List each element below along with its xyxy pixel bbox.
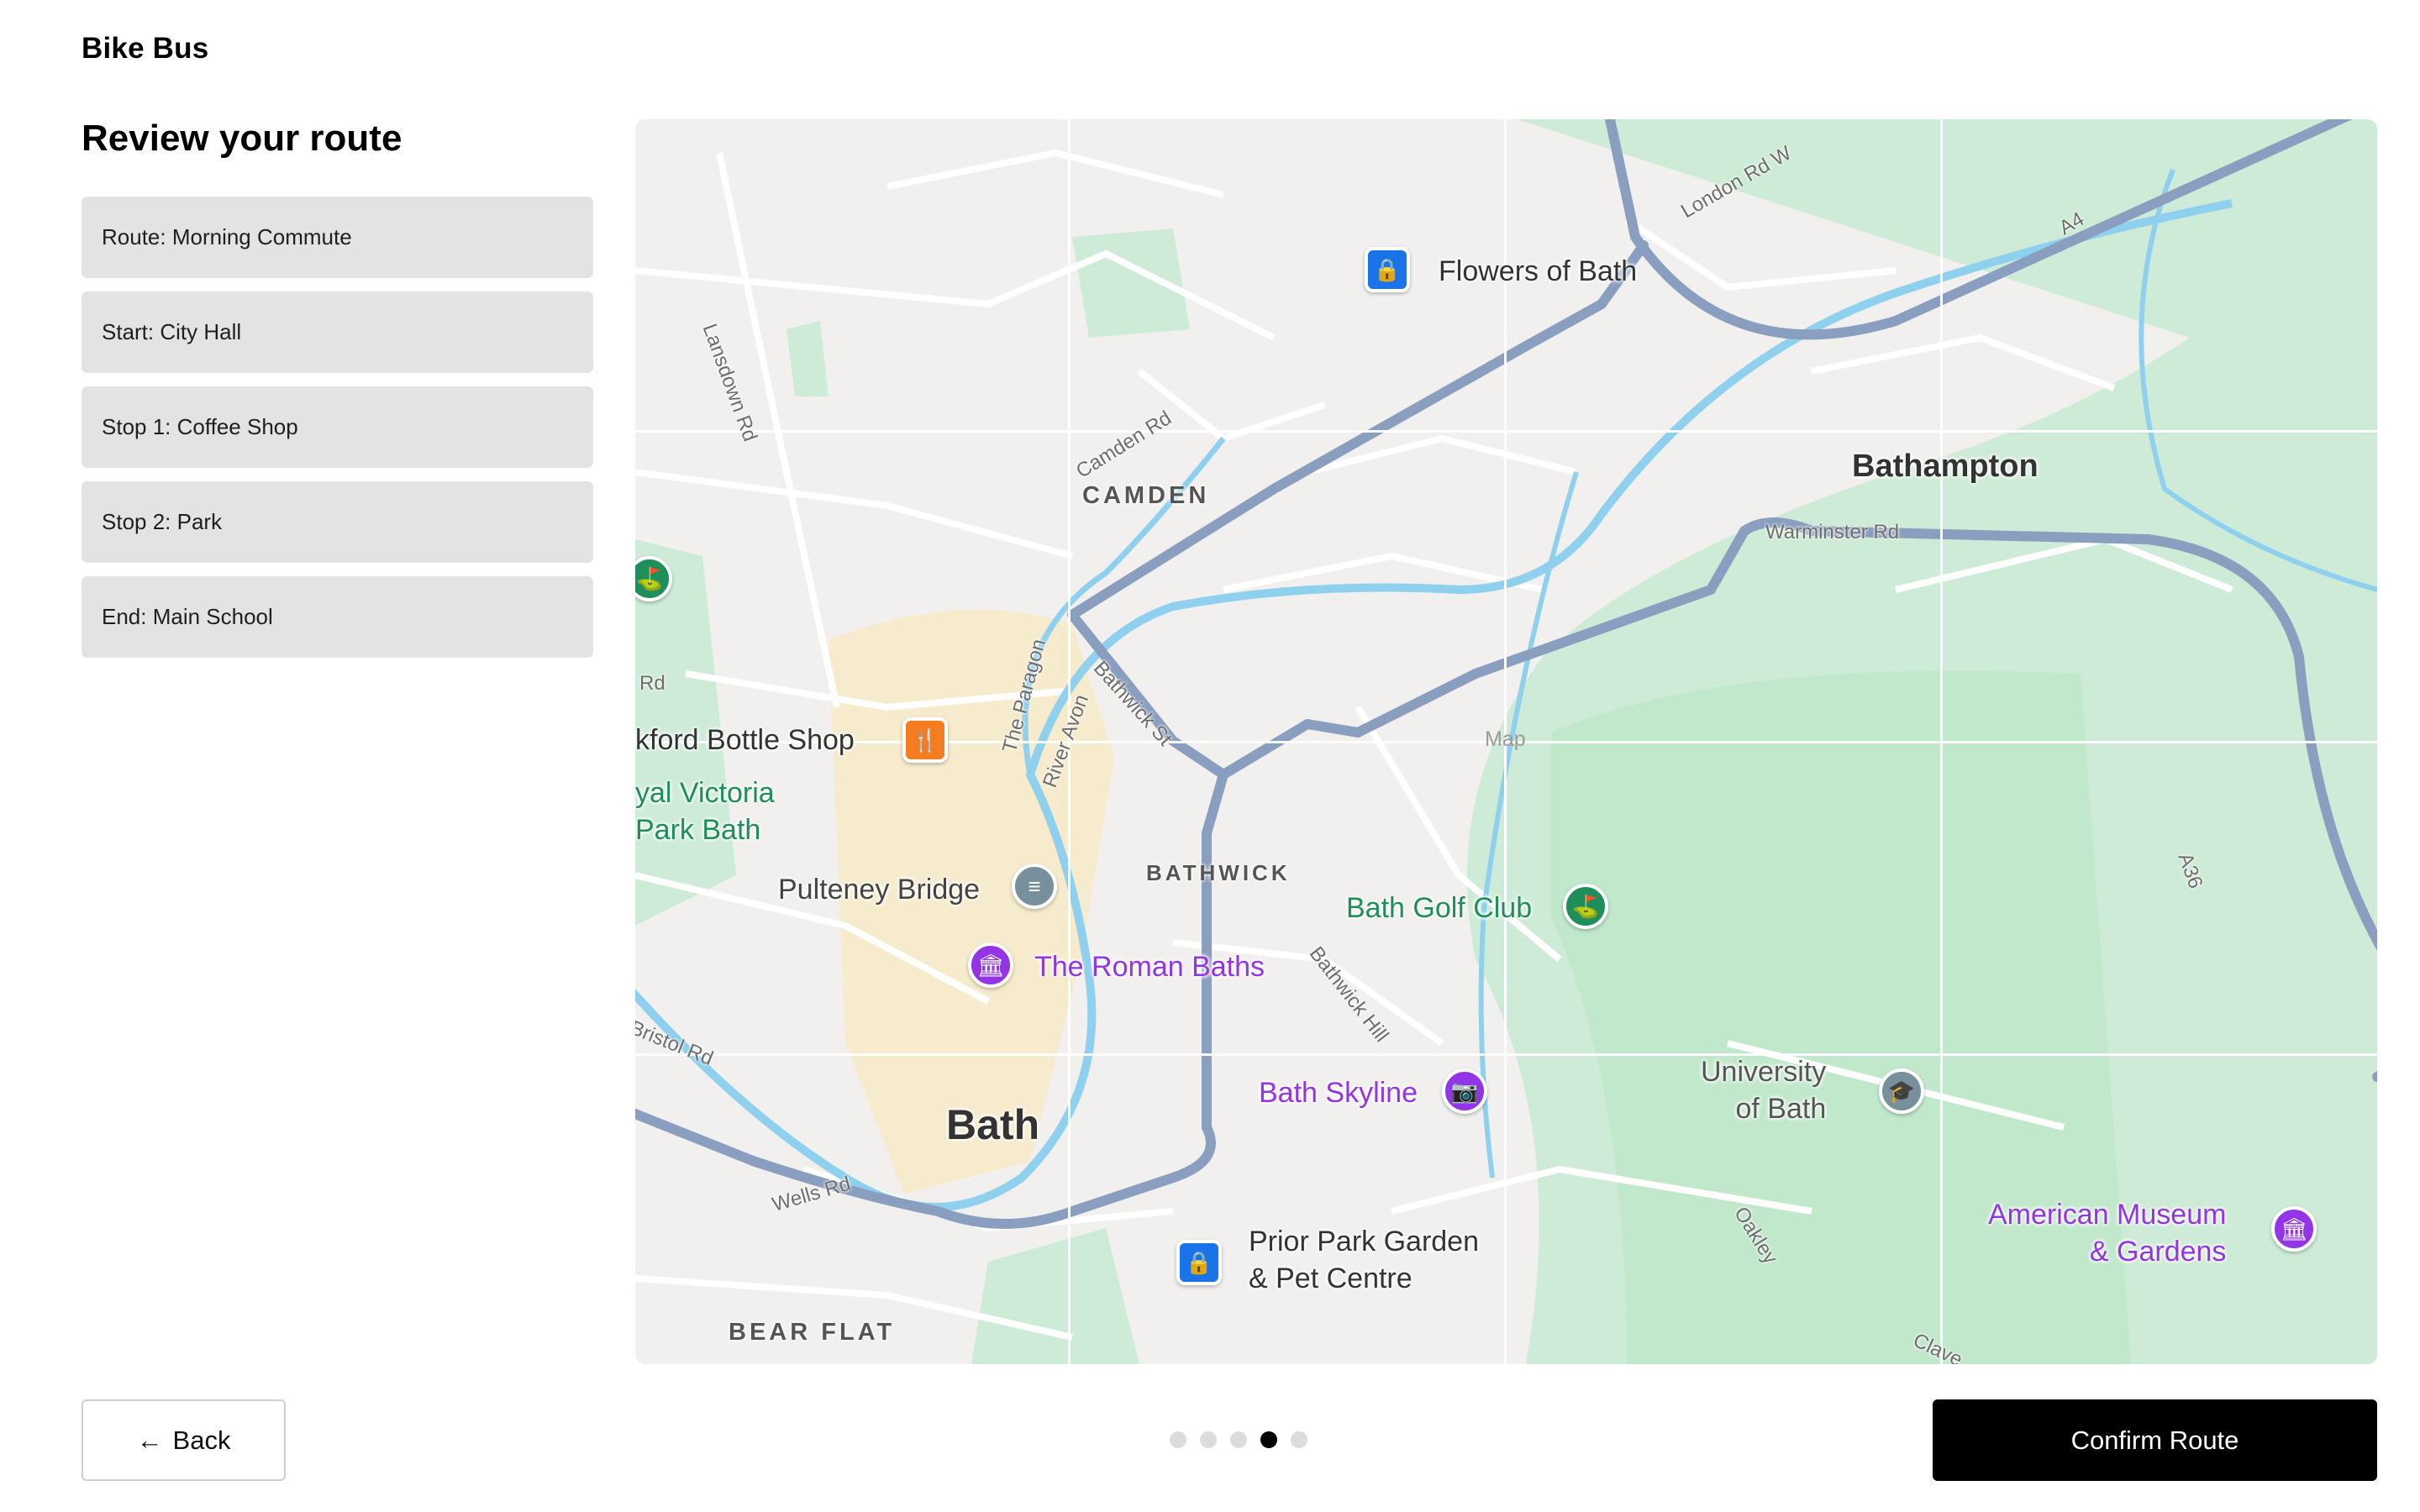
route-step-label: Start: City Hall [102, 319, 242, 344]
app-title: Bike Bus [82, 32, 209, 65]
school-icon[interactable]: 🎓 [1879, 1068, 1924, 1114]
golf-icon[interactable]: ⛳ [1563, 884, 1608, 929]
place-label-bathampton: Bathampton [1852, 449, 2039, 484]
map-grid-line [635, 1053, 2377, 1056]
place-label-victoria-park[interactable]: yal Victoria Park Bath [635, 774, 775, 848]
area-label-bathwick: BATHWICK [1146, 860, 1291, 885]
step-dot[interactable] [1230, 1431, 1247, 1448]
place-label-pulteney-bridge[interactable]: Pulteney Bridge [778, 874, 980, 906]
route-step-stop-1[interactable]: Stop 1: Coffee Shop [82, 386, 593, 468]
wizard-footer: ← Back Confirm Route [0, 1394, 2420, 1481]
park-area-small [971, 1228, 1139, 1364]
park-area-small [1072, 228, 1190, 338]
step-indicator [1170, 1431, 1307, 1448]
restaurant-icon[interactable]: 🍴 [902, 717, 948, 763]
step-dot[interactable] [1170, 1431, 1186, 1448]
place-label-american-museum[interactable]: American Museum & Gardens [1988, 1196, 2226, 1270]
arrow-left-icon: ← [136, 1425, 163, 1455]
museum-icon[interactable]: 🏛 [2271, 1206, 2317, 1252]
museum-icon[interactable]: 🏛 [968, 942, 1013, 988]
map-watermark: Map [1485, 727, 1526, 751]
route-step-label: Stop 1: Coffee Shop [102, 414, 298, 439]
area-label-camden: CAMDEN [1082, 482, 1210, 509]
route-step-start[interactable]: Start: City Hall [82, 291, 593, 373]
place-label-roman-baths[interactable]: The Roman Baths [1034, 951, 1265, 984]
confirm-route-button[interactable]: Confirm Route [1933, 1399, 2377, 1481]
place-label-university[interactable]: University of Bath [1701, 1053, 1826, 1127]
route-steps-list: Route: Morning Commute Start: City Hall … [82, 197, 593, 671]
route-step-label: End: Main School [102, 604, 273, 629]
bridge-icon[interactable]: ≡ [1012, 864, 1057, 909]
shopping-bag-icon[interactable]: 🔒 [1176, 1240, 1222, 1285]
route-step-stop-2[interactable]: Stop 2: Park [82, 481, 593, 563]
place-label-prior-park[interactable]: Prior Park Garden & Pet Centre [1249, 1223, 1479, 1297]
step-dot-active[interactable] [1260, 1431, 1277, 1448]
area-label-bear-flat: BEAR FLAT [729, 1319, 896, 1346]
place-label-bottle-shop[interactable]: kford Bottle Shop [635, 724, 855, 757]
back-button[interactable]: ← Back [82, 1399, 286, 1481]
street-label: Rd [639, 672, 666, 695]
route-step-route-name[interactable]: Route: Morning Commute [82, 197, 593, 278]
route-step-end[interactable]: End: Main School [82, 576, 593, 658]
place-label-flowers-of-bath[interactable]: Flowers of Bath [1439, 255, 1637, 288]
map-grid-line [635, 430, 2377, 433]
route-step-label: Route: Morning Commute [102, 224, 352, 249]
place-label-bath: Bath [946, 1101, 1040, 1148]
route-step-label: Stop 2: Park [102, 509, 223, 534]
place-label-bath-skyline[interactable]: Bath Skyline [1259, 1077, 1418, 1110]
park-area-small [786, 321, 829, 396]
page-heading: Review your route [82, 118, 402, 159]
route-map[interactable]: Map Lansdown Rd Camden Rd London Rd W A4… [635, 119, 2377, 1364]
street-label: Warminster Rd [1765, 521, 1900, 543]
camera-icon[interactable]: 📷 [1442, 1068, 1487, 1114]
back-button-label: Back [172, 1425, 231, 1455]
place-label-golf-club[interactable]: Bath Golf Club [1346, 892, 1532, 925]
step-dot[interactable] [1200, 1431, 1217, 1448]
step-dot[interactable] [1291, 1431, 1307, 1448]
shopping-bag-icon[interactable]: 🔒 [1365, 247, 1410, 292]
